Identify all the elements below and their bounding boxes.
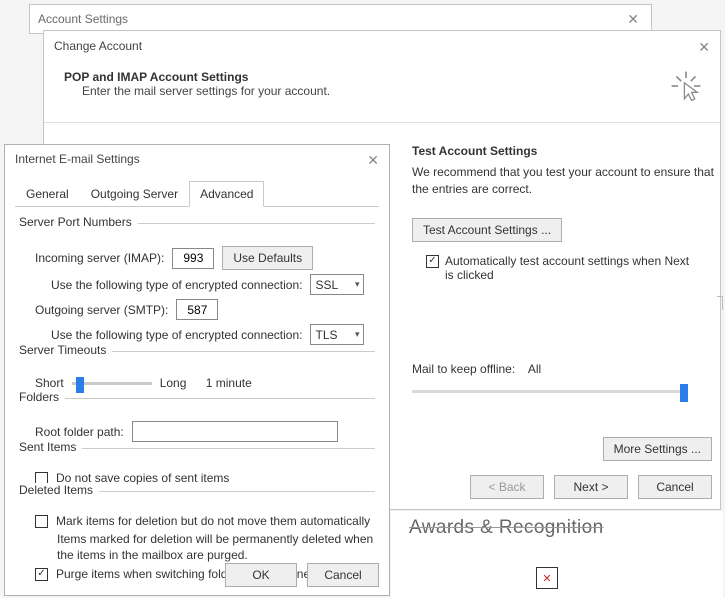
- close-icon[interactable]: ✕: [623, 11, 643, 28]
- outgoing-enc-value: TLS: [315, 328, 337, 342]
- incoming-enc-label: Use the following type of encrypted conn…: [51, 278, 302, 292]
- deleted-items-legend: Deleted Items: [19, 483, 99, 497]
- timeout-slider[interactable]: [72, 374, 152, 392]
- tab-outgoing-server[interactable]: Outgoing Server: [80, 181, 189, 207]
- auto-test-label: Automatically test account settings when…: [445, 254, 695, 282]
- cursor-click-icon: [670, 70, 702, 102]
- background-scrap: [717, 296, 723, 310]
- mail-offline-slider[interactable]: [412, 386, 688, 400]
- sent-items-legend: Sent Items: [19, 440, 82, 454]
- folders-legend: Folders: [19, 390, 65, 404]
- incoming-enc-value: SSL: [315, 278, 338, 292]
- root-folder-label: Root folder path:: [35, 425, 124, 439]
- tab-advanced[interactable]: Advanced: [189, 181, 264, 207]
- back-button[interactable]: < Back: [470, 475, 544, 499]
- timeout-value: 1 minute: [206, 376, 252, 390]
- ok-button[interactable]: OK: [225, 563, 297, 587]
- server-port-legend: Server Port Numbers: [19, 215, 138, 229]
- internet-email-settings-dialog: Internet E-mail Settings ✕ General Outgo…: [4, 144, 390, 596]
- incoming-label: Incoming server (IMAP):: [35, 251, 164, 265]
- use-defaults-button[interactable]: Use Defaults: [222, 246, 313, 270]
- purge-checkbox[interactable]: ✓: [35, 568, 48, 581]
- broken-image-icon: ✕: [536, 567, 558, 589]
- cancel-button[interactable]: Cancel: [638, 475, 712, 499]
- outgoing-enc-label: Use the following type of encrypted conn…: [51, 328, 302, 342]
- incoming-port-input[interactable]: [172, 248, 214, 269]
- chevron-down-icon: ▾: [355, 329, 360, 340]
- outgoing-enc-select[interactable]: TLS ▾: [310, 324, 364, 345]
- auto-test-checkbox[interactable]: ✓: [426, 255, 439, 268]
- tab-bar: General Outgoing Server Advanced: [15, 180, 379, 207]
- next-button[interactable]: Next >: [554, 475, 628, 499]
- close-icon[interactable]: ✕: [698, 39, 710, 56]
- close-icon[interactable]: ✕: [367, 152, 379, 169]
- server-timeouts-legend: Server Timeouts: [19, 343, 112, 357]
- mark-delete-label[interactable]: Mark items for deletion but do not move …: [56, 514, 370, 528]
- timeout-long-label: Long: [160, 376, 187, 390]
- outgoing-label: Outgoing server (SMTP):: [35, 303, 168, 317]
- mail-offline-label: Mail to keep offline:: [412, 362, 515, 376]
- account-settings-title: Account Settings: [38, 12, 128, 26]
- test-account-body: We recommend that you test your account …: [412, 164, 720, 198]
- mark-delete-note: Items marked for deletion will be perman…: [19, 532, 375, 563]
- mark-delete-checkbox[interactable]: [35, 515, 48, 528]
- mail-offline-value: All: [528, 362, 541, 376]
- background-heading: Awards & Recognition: [409, 517, 604, 539]
- test-account-heading: Test Account Settings: [412, 144, 720, 158]
- change-account-title: Change Account: [54, 39, 142, 56]
- tab-general[interactable]: General: [15, 181, 80, 207]
- more-settings-button[interactable]: More Settings ...: [603, 437, 712, 461]
- internet-email-title: Internet E-mail Settings: [15, 152, 140, 169]
- test-account-button[interactable]: Test Account Settings ...: [412, 218, 562, 242]
- chevron-down-icon: ▾: [355, 279, 360, 290]
- timeout-short-label: Short: [35, 376, 64, 390]
- background-page: Awards & Recognition ✕: [391, 510, 723, 598]
- pop-imap-subheading: Enter the mail server settings for your …: [64, 84, 700, 98]
- root-folder-input[interactable]: [132, 421, 338, 442]
- test-account-panel: Test Account Settings We recommend that …: [412, 144, 720, 400]
- outgoing-port-input[interactable]: [176, 299, 218, 320]
- cancel-button[interactable]: Cancel: [307, 563, 379, 587]
- pop-imap-heading: POP and IMAP Account Settings: [64, 70, 700, 84]
- incoming-enc-select[interactable]: SSL ▾: [310, 274, 364, 295]
